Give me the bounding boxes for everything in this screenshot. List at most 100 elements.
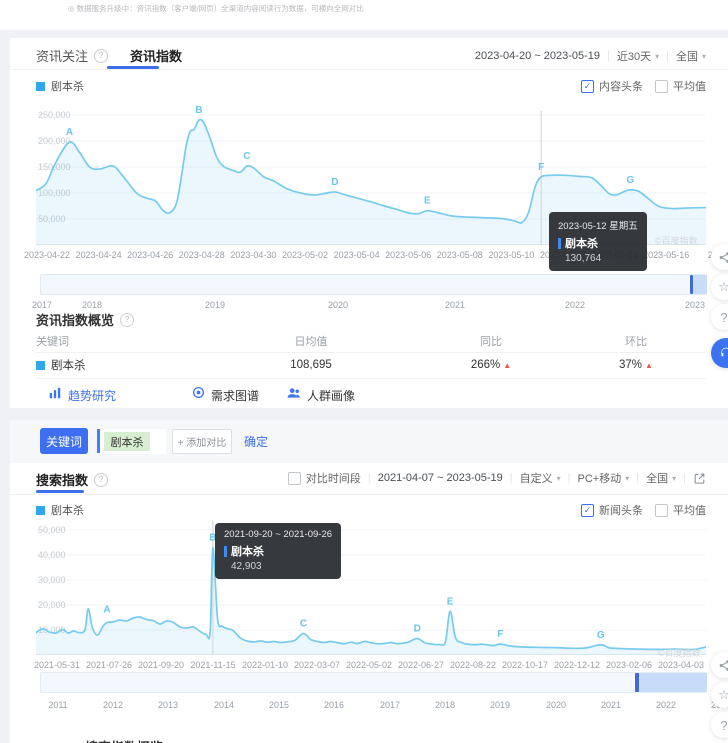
year-tick-label: 2018	[82, 300, 102, 310]
x-tick-label: 2022-05-02	[346, 660, 392, 670]
keyword-bar: 关键词 剧本杀 + 添加对比 确定	[10, 420, 728, 463]
confirm-button[interactable]: 确定	[244, 433, 268, 450]
nav-demand-graph[interactable]: 需求图谱	[192, 386, 259, 404]
x-tick-label: 2022-08-22	[450, 660, 496, 670]
year-tick-label: 2012	[103, 700, 123, 710]
row-avg-value: 108,695	[206, 359, 416, 371]
range-mode-select[interactable]: 自定义	[520, 470, 553, 486]
svg-text:40,000: 40,000	[38, 550, 66, 560]
x-tick-label: 2023-05-02	[282, 250, 328, 260]
add-compare-button[interactable]: + 添加对比	[172, 429, 232, 454]
active-tab-underline	[107, 66, 159, 69]
search-trend-chart[interactable]: 50,00040,00030,00020,00010,000ABCDEFG	[36, 515, 706, 655]
chart-watermark: ©百度指数	[655, 234, 698, 247]
tab-news-attention[interactable]: 资讯关注	[36, 46, 88, 65]
separator: |	[607, 50, 610, 62]
timeline-slider[interactable]	[40, 672, 706, 693]
period-select[interactable]: 近30天	[617, 48, 651, 64]
svg-text:20,000: 20,000	[38, 600, 66, 610]
year-tick-label: 2020	[546, 700, 566, 710]
toutiao-checkbox[interactable]: ✓ 内容头条	[581, 78, 643, 94]
marker-E: E	[424, 196, 431, 207]
x-tick-label: 2023-05-06	[385, 250, 431, 260]
chart-tooltip: 2023-05-12 星期五 剧本杀 130,764	[549, 212, 647, 271]
col-header-avg: 日均值	[206, 333, 416, 349]
keyword-tag[interactable]: 剧本杀	[104, 432, 150, 451]
separator: |	[683, 472, 686, 484]
tab-search-index[interactable]: 搜索指数	[36, 470, 88, 489]
x-tick-label: 2021-11-15	[190, 660, 235, 670]
target-icon	[192, 386, 205, 404]
legend-keyword: 剧本杀	[51, 78, 84, 94]
year-tick-label: 2011	[48, 700, 67, 710]
marker-E: E	[447, 596, 454, 607]
slider-handle[interactable]	[690, 275, 693, 294]
nav-trend-research[interactable]: 趋势研究	[48, 386, 116, 405]
top-note-bar: ◎ 数据服务升级中：资讯指数（客户端/网页）全渠道内容阅读行为数据，可横向全网对…	[0, 0, 728, 30]
year-tick-label: 2019	[205, 300, 225, 310]
export-icon[interactable]	[693, 472, 706, 485]
top-note-text: ◎ 数据服务升级中：资讯指数（客户端/网页）全渠道内容阅读行为数据，可横向全网对…	[68, 3, 364, 14]
x-tick-label: 2023-05-16	[643, 250, 689, 260]
tooltip-keyword: 剧本杀	[565, 235, 598, 251]
region-select[interactable]: 全国	[676, 48, 698, 64]
svg-text:250,000: 250,000	[38, 110, 71, 120]
checkbox-icon: ✓	[655, 80, 668, 93]
table-row: 剧本杀 108,695 266%▲ 37%▲	[36, 352, 706, 379]
marker-B: B	[195, 105, 202, 116]
slider-selected-range[interactable]	[693, 275, 707, 294]
tooltip-value: 42,903	[231, 561, 332, 572]
slider-selected-range[interactable]	[638, 673, 707, 692]
marker-C: C	[300, 619, 307, 630]
help-icon[interactable]: ?	[120, 313, 134, 327]
slider-handle[interactable]	[635, 673, 639, 692]
marker-G: G	[626, 175, 634, 186]
tooltip-series-bar	[224, 546, 227, 557]
region-select[interactable]: 全国	[646, 470, 668, 486]
help-icon[interactable]: ?	[94, 49, 108, 63]
marker-F: F	[497, 629, 503, 640]
average-checkbox[interactable]: ✓ 平均值	[655, 78, 706, 94]
x-tick-label: 2022-10-17	[502, 660, 548, 670]
year-tick-label: 2020	[328, 300, 348, 310]
x-tick-label: 2023-05-04	[334, 250, 380, 260]
timeline-slider[interactable]	[40, 274, 706, 295]
year-tick-label: 2021	[445, 300, 465, 310]
up-arrow-icon: ▲	[645, 361, 653, 370]
legend-color-swatch	[36, 506, 45, 515]
row-mom-value: 37%▲	[566, 359, 706, 371]
year-tick-label: 2017	[32, 300, 52, 310]
slider-year-axis: 2011201220132014201520162017201820192020…	[40, 700, 706, 712]
year-tick-label: 2018	[435, 700, 455, 710]
compare-period-checkbox[interactable]: ✓ 对比时间段	[288, 470, 361, 486]
x-tick-label: 2022-03-07	[294, 660, 340, 670]
chevron-down-icon: ▾	[557, 474, 561, 483]
year-tick-label: 2022	[565, 300, 585, 310]
svg-text:50,000: 50,000	[38, 525, 66, 535]
device-select[interactable]: PC+移动	[578, 470, 622, 486]
nav-crowd-portrait[interactable]: 人群画像	[287, 386, 355, 405]
news-date-range[interactable]: 2023-04-20 ~ 2023-05-19	[475, 50, 600, 62]
module-nav: 趋势研究 需求图谱 人群画像	[48, 386, 355, 404]
chevron-down-icon: ▾	[625, 474, 629, 483]
x-tick-label: 2021-07-26	[86, 660, 132, 670]
tooltip-date: 2023-05-12 星期五	[558, 218, 638, 232]
x-tick-label: 2023-02-06	[606, 660, 652, 670]
year-tick-label: 2016	[324, 700, 344, 710]
keyword-field[interactable]: 剧本杀	[100, 429, 166, 454]
search-date-range[interactable]: 2021-04-07 ~ 2023-05-19	[378, 472, 503, 484]
marker-A: A	[66, 127, 73, 138]
tooltip-date: 2021-09-20 ~ 2021-09-26	[224, 529, 332, 540]
slider-year-axis: 2017201820192020202120222023	[40, 300, 706, 312]
checkbox-icon: ✓	[288, 472, 301, 485]
keyword-button[interactable]: 关键词	[40, 428, 88, 454]
col-header-yoy: 同比	[416, 333, 566, 349]
separator: |	[636, 472, 639, 484]
help-icon[interactable]: ?	[94, 473, 108, 487]
marker-F: F	[538, 162, 544, 173]
search-header-controls: ✓ 对比时间段 | 2021-04-07 ~ 2023-05-19 | 自定义 …	[288, 470, 706, 486]
col-header-mom: 环比	[566, 333, 706, 349]
tab-news-index[interactable]: 资讯指数	[130, 46, 182, 65]
next-section-title-partial: 搜索指数概览	[85, 737, 163, 743]
tooltip-series-bar	[558, 238, 561, 249]
